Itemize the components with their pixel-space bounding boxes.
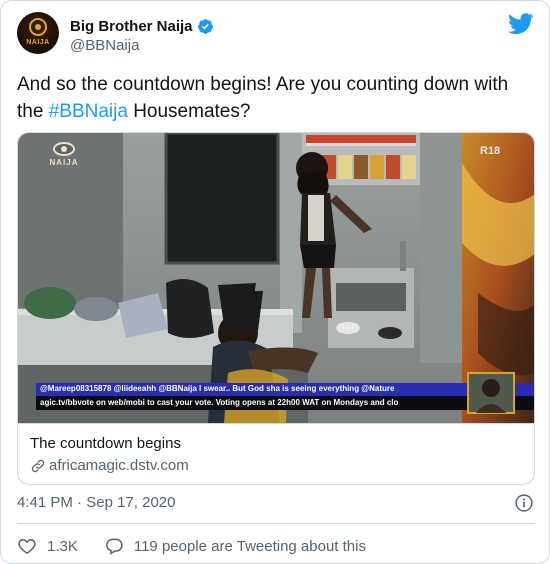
- like-button[interactable]: 1.3K: [17, 536, 78, 556]
- conversation-link[interactable]: 119 people are Tweeting about this: [104, 536, 366, 556]
- link-title[interactable]: The countdown begins: [30, 435, 181, 452]
- watermark-logo-text: NAIJA: [49, 158, 79, 167]
- video-still-image[interactable]: NAIJA R18 @Mareep08315878 @liideeahh @BB…: [18, 133, 534, 423]
- house-scene-image: [18, 133, 534, 423]
- rating-badge: R18: [480, 145, 501, 157]
- ticker-line-2: agic.tv/bbvote on web/mobi to cast your …: [40, 398, 399, 407]
- link-domain[interactable]: africamagic.dstv.com: [49, 457, 189, 474]
- tweet-time[interactable]: 4:41 PM: [17, 494, 73, 511]
- conversation-text[interactable]: 119 people are Tweeting about this: [134, 538, 366, 555]
- info-icon[interactable]: [514, 493, 534, 513]
- tweet-date[interactable]: Sep 17, 2020: [86, 494, 175, 511]
- link-domain-row[interactable]: africamagic.dstv.com: [30, 457, 189, 474]
- link-icon: [31, 459, 45, 472]
- tweet-text: And so the countdown begins! Are you cou…: [17, 71, 537, 125]
- tweet-embed-card: NAIJA Big Brother Naija @BBNaija And so …: [0, 0, 550, 564]
- heart-icon: [18, 538, 36, 554]
- avatar[interactable]: NAIJA: [17, 12, 59, 54]
- tweet-text-part: Housemates?: [127, 101, 251, 122]
- account-name-row[interactable]: Big Brother Naija: [70, 16, 214, 36]
- divider: [17, 523, 535, 524]
- verified-badge-icon: [197, 18, 213, 34]
- link-preview-card[interactable]: NAIJA R18 @Mareep08315878 @liideeahh @BB…: [17, 132, 535, 485]
- like-count: 1.3K: [47, 537, 78, 555]
- bbn-eye-logo-icon: [29, 18, 47, 36]
- tweet-actions: 1.3K 119 people are Tweeting about this: [17, 535, 366, 557]
- ticker-line-1: @Mareep08315878 @liideeahh @BBNaija I sw…: [40, 384, 395, 393]
- timestamp-separator: ·: [72, 494, 87, 511]
- display-name[interactable]: Big Brother Naija: [70, 18, 193, 35]
- hashtag-link[interactable]: #BBNaija: [49, 101, 128, 122]
- avatar-logo-text: NAIJA: [26, 39, 50, 46]
- watermark-eye-icon: [53, 142, 75, 156]
- reply-bubble-icon: [105, 538, 123, 555]
- twitter-bird-icon[interactable]: [508, 13, 534, 35]
- account-handle[interactable]: @BBNaija: [70, 37, 139, 54]
- bbn-watermark-logo: NAIJA: [44, 142, 84, 180]
- tweet-timestamp[interactable]: 4:41 PM · Sep 17, 2020: [17, 494, 175, 511]
- link-preview-text[interactable]: The countdown begins africamagic.dstv.co…: [18, 423, 534, 484]
